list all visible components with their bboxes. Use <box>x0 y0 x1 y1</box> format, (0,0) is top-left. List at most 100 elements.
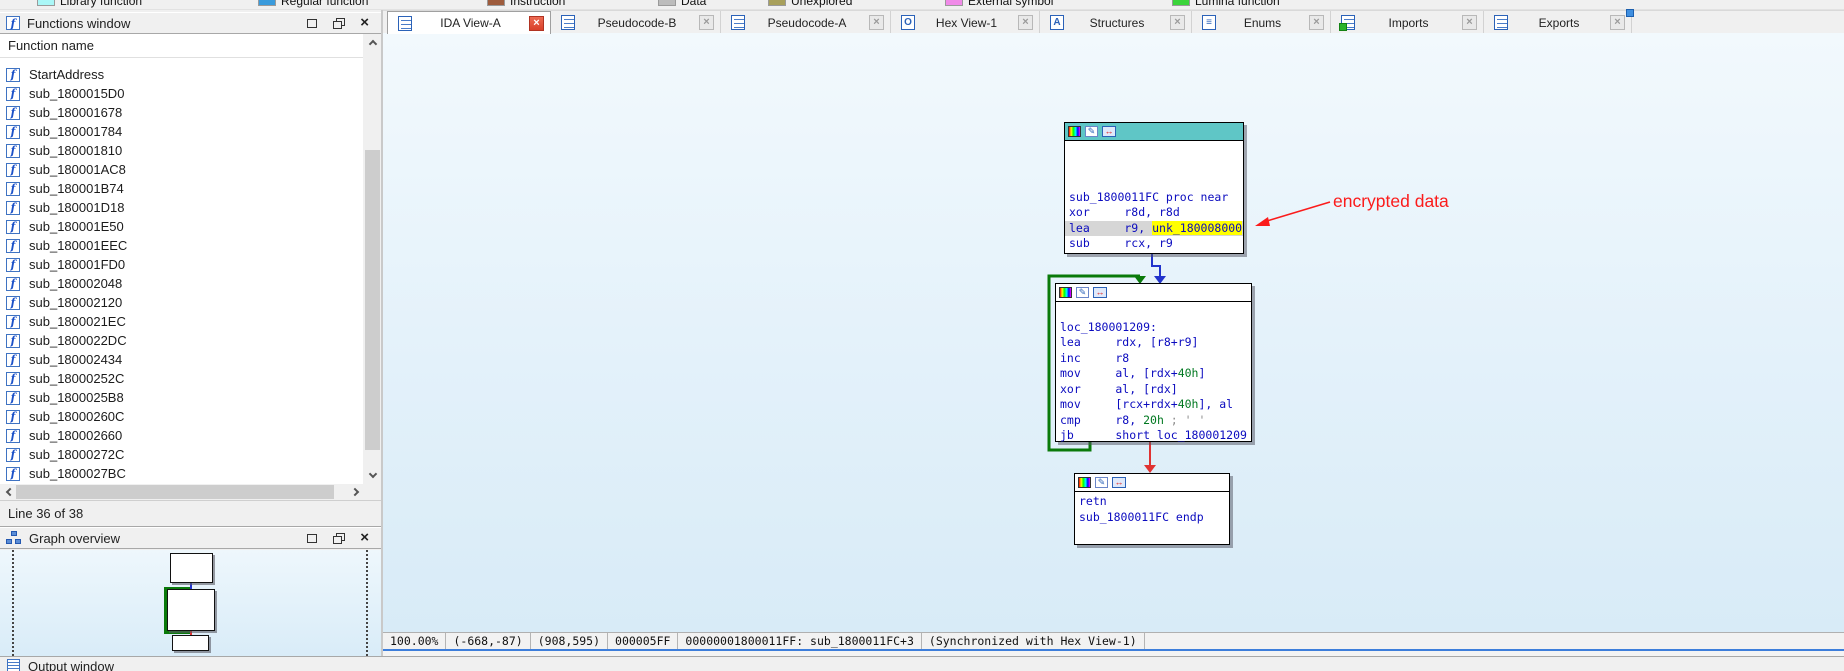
group-nodes-icon[interactable]: ↔ <box>1112 477 1126 488</box>
group-nodes-icon[interactable]: ↔ <box>1102 126 1116 137</box>
asm-line[interactable] <box>1056 304 1251 320</box>
function-list-item[interactable]: fsub_180001EEC <box>0 236 363 255</box>
graph-overview-titlebar[interactable]: Graph overview × <box>0 527 381 549</box>
horizontal-scroll-thumb[interactable] <box>16 485 334 499</box>
asm-line[interactable]: mov al, [rdx+40h] <box>1056 366 1251 382</box>
function-list-item[interactable]: fsub_180001810 <box>0 141 363 160</box>
tab-close-button[interactable]: × <box>699 15 714 30</box>
edit-comment-icon[interactable]: ✎ <box>1085 126 1098 137</box>
tab-close-button[interactable]: × <box>1462 15 1477 30</box>
function-list-item[interactable]: fsub_1800015D0 <box>0 84 363 103</box>
function-list-item[interactable]: fsub_180001E50 <box>0 217 363 236</box>
function-list-item[interactable]: fsub_18000252C <box>0 369 363 388</box>
asm-line[interactable]: sub_1800011FC proc near <box>1065 190 1243 206</box>
function-list-item[interactable]: fsub_180002660 <box>0 426 363 445</box>
float-button[interactable] <box>333 533 344 543</box>
tab-enums[interactable]: ≡Enums× <box>1192 11 1331 34</box>
graph-node-return[interactable]: ✎ ↔ retnsub_1800011FC endp <box>1074 473 1230 545</box>
disassembly-lines[interactable]: loc_180001209:lea rdx, [r8+r9]inc r8mov … <box>1056 302 1251 444</box>
asm-line[interactable]: jb short loc_180001209 <box>1056 428 1251 444</box>
graph-view-canvas[interactable]: ✎ ↔ sub_1800011FC proc nearxor r8d, r8dl… <box>383 33 1844 632</box>
function-list-item[interactable]: fStartAddress <box>0 65 363 84</box>
function-list-item[interactable]: fsub_180001FD0 <box>0 255 363 274</box>
asm-line[interactable]: inc r8 <box>1056 351 1251 367</box>
vertical-scroll-thumb[interactable] <box>365 150 380 450</box>
function-name-column-header[interactable]: Function name <box>0 34 363 58</box>
scroll-up-arrow[interactable] <box>364 34 381 51</box>
functions-vertical-scrollbar[interactable] <box>364 34 381 484</box>
function-name: sub_18000260C <box>29 409 124 424</box>
function-list-item[interactable]: fsub_1800025B8 <box>0 388 363 407</box>
asm-line[interactable]: xor r8d, r8d <box>1065 205 1243 221</box>
group-nodes-icon[interactable]: ↔ <box>1093 287 1107 298</box>
function-list-item[interactable]: fsub_180002434 <box>0 350 363 369</box>
tab-structures[interactable]: AStructures× <box>1040 11 1192 34</box>
edit-comment-icon[interactable]: ✎ <box>1076 287 1089 298</box>
tab-close-button[interactable]: × <box>1018 15 1033 30</box>
tab-close-button[interactable]: × <box>1309 15 1324 30</box>
asm-line[interactable]: xor al, [rdx] <box>1056 382 1251 398</box>
function-list-item[interactable]: fsub_180001784 <box>0 122 363 141</box>
asm-line[interactable] <box>1065 143 1243 159</box>
asm-line[interactable]: cmp r8, 20h ; ' ' <box>1056 413 1251 429</box>
asm-line[interactable] <box>1065 174 1243 190</box>
function-list-item[interactable]: fsub_1800021EC <box>0 312 363 331</box>
graph-overview-minimap[interactable] <box>0 550 381 656</box>
output-window-titlebar[interactable]: Output window <box>0 656 1844 671</box>
maximize-button[interactable] <box>307 19 317 28</box>
tab-close-button[interactable]: × <box>1610 15 1625 30</box>
scroll-right-arrow[interactable] <box>348 484 364 500</box>
close-button[interactable]: × <box>360 18 369 28</box>
function-list-item[interactable]: fsub_180002048 <box>0 274 363 293</box>
function-list-item[interactable]: fsub_180002120 <box>0 293 363 312</box>
function-list-item[interactable]: fsub_180001B74 <box>0 179 363 198</box>
view-tabbar: IDA View-A×Pseudocode-B×Pseudocode-A×OHe… <box>383 10 1844 33</box>
graph-node-entry[interactable]: ✎ ↔ sub_1800011FC proc nearxor r8d, r8dl… <box>1064 122 1244 254</box>
tab-exports[interactable]: Exports× <box>1484 11 1632 34</box>
function-list-item[interactable]: fsub_18000272C <box>0 445 363 464</box>
disassembly-lines[interactable]: retnsub_1800011FC endp <box>1075 492 1229 525</box>
float-button[interactable] <box>333 18 344 28</box>
asm-line[interactable]: retn <box>1075 494 1229 510</box>
asm-line[interactable] <box>1065 159 1243 175</box>
tab-imports[interactable]: Imports× <box>1331 11 1484 34</box>
node-titlebar[interactable]: ✎ ↔ <box>1075 474 1229 492</box>
tab-pseudocode-b[interactable]: Pseudocode-B× <box>551 11 721 34</box>
tab-ida-view-a[interactable]: IDA View-A× <box>387 11 551 34</box>
node-color-icon[interactable] <box>1078 477 1091 488</box>
tab-close-button[interactable]: × <box>1170 15 1185 30</box>
function-list-item[interactable]: fsub_1800022DC <box>0 331 363 350</box>
asm-line[interactable]: loc_180001209: <box>1056 320 1251 336</box>
graph-node-loop[interactable]: ✎ ↔ loc_180001209:lea rdx, [r8+r9]inc r8… <box>1055 283 1252 442</box>
function-list-item[interactable]: fsub_180001D18 <box>0 198 363 217</box>
node-color-icon[interactable] <box>1068 126 1081 137</box>
function-list-item[interactable]: fsub_180001AC8 <box>0 160 363 179</box>
functions-list[interactable]: fStartAddressfsub_1800015D0fsub_18000167… <box>0 58 363 484</box>
node-color-icon[interactable] <box>1059 287 1072 298</box>
functions-horizontal-scrollbar[interactable] <box>0 484 364 500</box>
functions-window-titlebar[interactable]: f Functions window × <box>0 12 381 34</box>
node-titlebar[interactable]: ✎ ↔ <box>1056 284 1251 302</box>
asm-line[interactable]: mov [rcx+rdx+40h], al <box>1056 397 1251 413</box>
tab-hex-view-1[interactable]: OHex View-1× <box>891 11 1040 34</box>
asm-line[interactable]: lea rdx, [r8+r9] <box>1056 335 1251 351</box>
function-icon: f <box>6 277 20 291</box>
function-list-item[interactable]: fsub_18000260C <box>0 407 363 426</box>
edit-comment-icon[interactable]: ✎ <box>1095 477 1108 488</box>
asm-line[interactable]: sub rcx, r9 <box>1065 236 1243 252</box>
function-list-item[interactable]: fsub_1800027BC <box>0 464 363 483</box>
asm-line[interactable]: lea r9, unk_180008000 <box>1065 221 1243 237</box>
disassembly-lines[interactable]: sub_1800011FC proc nearxor r8d, r8dlea r… <box>1065 141 1243 252</box>
function-name: sub_180001810 <box>29 143 122 158</box>
tab-close-button[interactable]: × <box>529 16 544 31</box>
scroll-down-arrow[interactable] <box>364 467 381 484</box>
close-button[interactable]: × <box>360 533 369 543</box>
asm-line[interactable]: sub_1800011FC endp <box>1075 510 1229 526</box>
node-titlebar[interactable]: ✎ ↔ <box>1065 123 1243 141</box>
tab-close-button[interactable]: × <box>869 15 884 30</box>
tab-pseudocode-a[interactable]: Pseudocode-A× <box>721 11 891 34</box>
line-counter: Line 36 of 38 <box>8 506 83 521</box>
scroll-left-arrow[interactable] <box>0 484 16 500</box>
function-list-item[interactable]: fsub_180001678 <box>0 103 363 122</box>
maximize-button[interactable] <box>307 534 317 543</box>
